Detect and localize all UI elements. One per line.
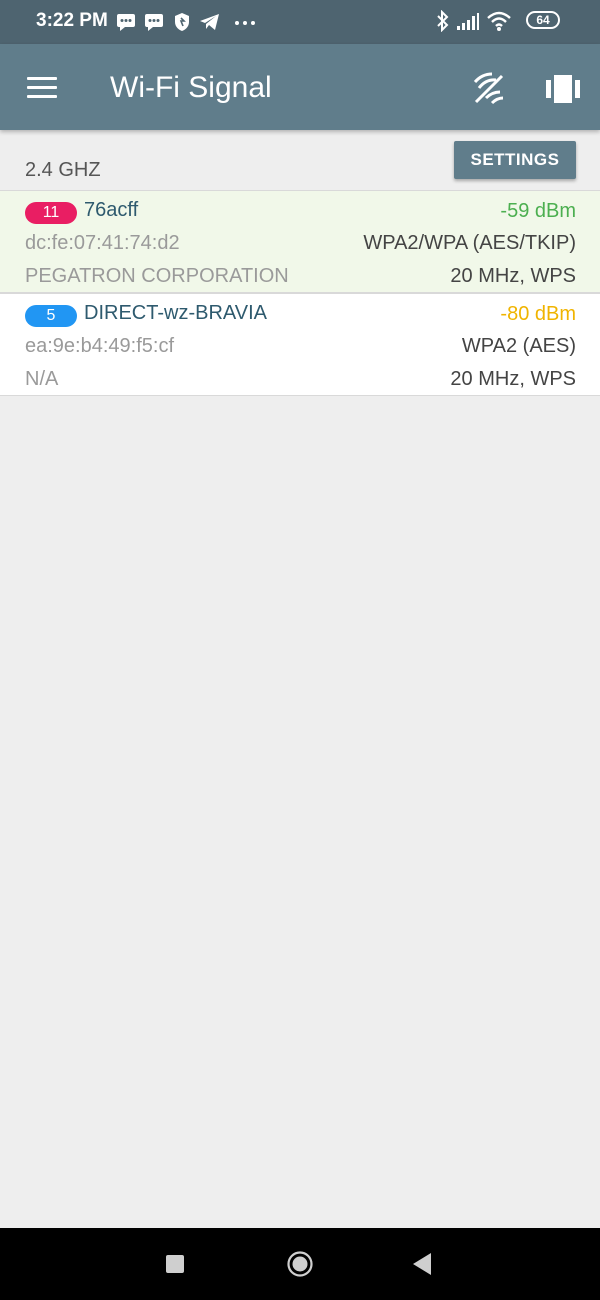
back-icon[interactable] (412, 1252, 432, 1276)
band-label: 2.4 GHZ (25, 159, 101, 181)
home-icon[interactable] (287, 1251, 313, 1277)
wifi-scan-icon[interactable] (472, 70, 506, 106)
app-title: Wi-Fi Signal (110, 71, 272, 104)
message-icon (145, 14, 163, 31)
network-vendor: PEGATRON CORPORATION (25, 265, 289, 287)
channel-badge: 11 (25, 202, 77, 224)
battery-icon: 64 (526, 11, 560, 29)
network-vendor: N/A (25, 368, 59, 390)
signal-strength: -59 dBm (500, 200, 576, 222)
network-row[interactable]: 5 DIRECT-wz-BRAVIA -80 dBm ea:9e:b4:49:f… (0, 293, 600, 396)
menu-icon[interactable] (27, 77, 59, 99)
view-toggle-icon[interactable] (546, 75, 580, 103)
network-security: WPA2 (AES) (461, 335, 576, 357)
network-ssid: 76acff (84, 199, 139, 221)
channel-width: 20 MHz, WPS (450, 368, 576, 390)
network-bssid: ea:9e:b4:49:f5:cf (25, 335, 175, 357)
network-ssid: DIRECT-wz-BRAVIA (84, 302, 267, 324)
more-dots-icon (235, 21, 255, 25)
status-bar: 3:22 PM 64 (0, 0, 600, 44)
channel-width: 20 MHz, WPS (450, 265, 576, 287)
system-icons: 64 (436, 10, 566, 34)
network-bssid: dc:fe:07:41:74:d2 (25, 232, 180, 254)
cell-signal-icon (457, 13, 479, 30)
app-bar: Wi-Fi Signal (0, 44, 600, 130)
channel-badge: 5 (25, 305, 77, 327)
bluetooth-icon (437, 10, 449, 32)
wifi-icon (487, 11, 511, 31)
band-header: 2.4 GHZ SETTINGS (0, 130, 600, 190)
vpn-shield-icon (175, 13, 189, 31)
telegram-icon (200, 14, 219, 30)
network-security: WPA2/WPA (AES/TKIP) (363, 232, 576, 254)
network-row[interactable]: 11 76acff -59 dBm dc:fe:07:41:74:d2 WPA2… (0, 190, 600, 293)
navigation-bar (0, 1228, 600, 1300)
settings-button[interactable]: SETTINGS (454, 141, 576, 179)
signal-strength: -80 dBm (500, 303, 576, 325)
status-time: 3:22 PM (36, 10, 108, 31)
recent-apps-icon[interactable] (166, 1255, 184, 1273)
message-icon (117, 14, 135, 31)
